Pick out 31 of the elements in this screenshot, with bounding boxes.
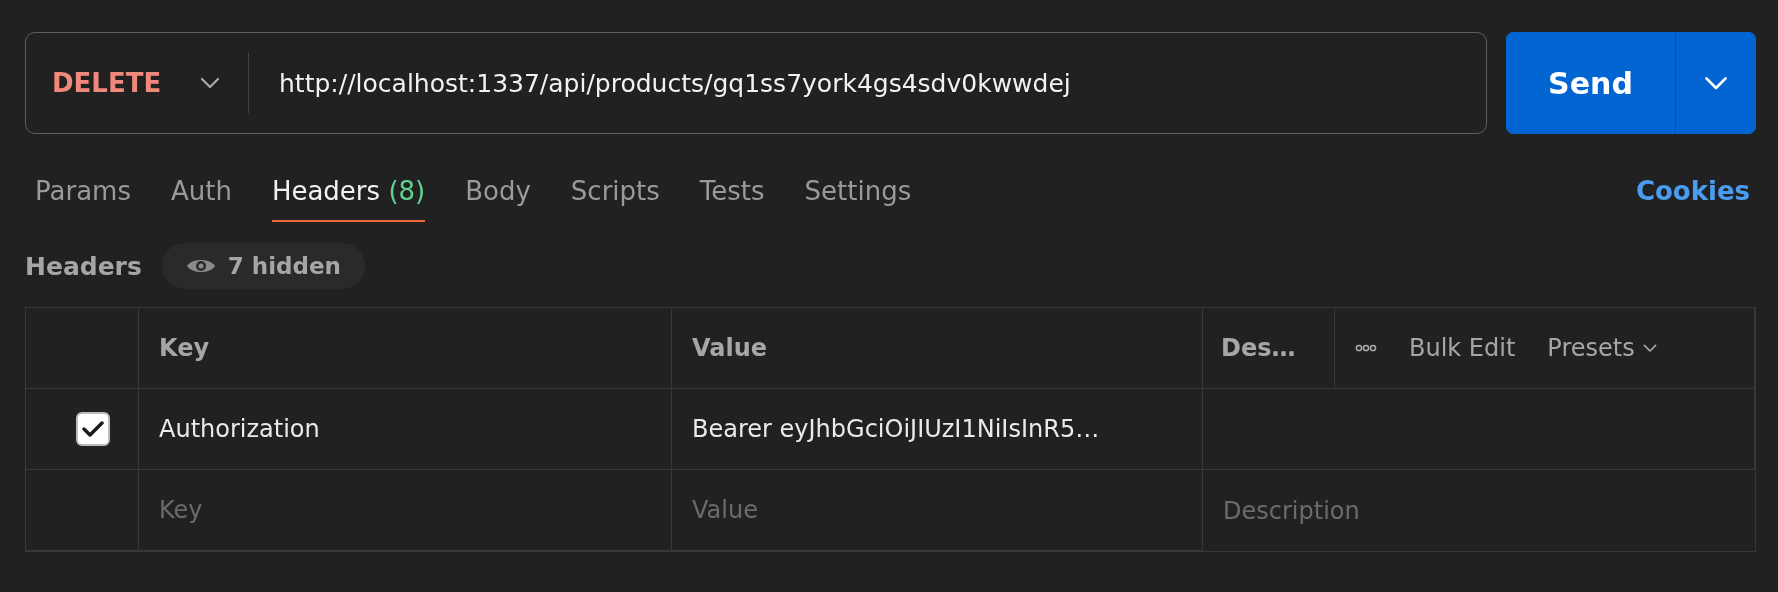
eye-icon [185,257,216,275]
column-header: Key [159,334,210,362]
more-button[interactable] [1355,344,1377,352]
tab[interactable]: Scripts [570,176,660,222]
value-input[interactable]: Value [692,496,1182,524]
tab[interactable]: Headers (8) [271,176,426,222]
bulk-edit-button[interactable]: Bulk Edit [1409,334,1516,362]
method-dropdown[interactable]: DELETE [26,33,248,133]
url-field[interactable]: http://localhost:1337/api/products/gq1ss7york4gs4sdv0kwwdej [249,68,1071,98]
check-icon [82,420,104,438]
column-header: Des… [1221,334,1296,362]
table-cell: Authorization [159,415,320,443]
more-icon [1355,344,1377,352]
chevron-down-icon [1642,343,1657,353]
chevron-down-icon [200,77,220,89]
tab[interactable]: Settings [804,176,912,222]
tab[interactable]: Auth [170,176,232,222]
checkbox[interactable] [76,412,110,446]
presets-dropdown[interactable]: Presets [1547,334,1657,362]
key-input[interactable]: Key [159,496,651,524]
send-button[interactable]: Send [1506,32,1676,134]
hidden-headers-toggle[interactable]: 7 hidden [161,243,365,289]
description-input[interactable]: Description [1223,496,1735,525]
column-header: Value [692,334,768,362]
section-title: Headers [25,251,142,281]
chevron-down-icon [1704,75,1728,91]
tab[interactable]: Params [35,176,131,222]
tab[interactable]: Body [465,176,531,222]
tab[interactable]: Tests [699,176,765,222]
cookies-link[interactable]: Cookies [1635,176,1750,206]
table-cell: Bearer eyJhbGciOiJIUzI1NiIsInR5… [692,415,1100,443]
